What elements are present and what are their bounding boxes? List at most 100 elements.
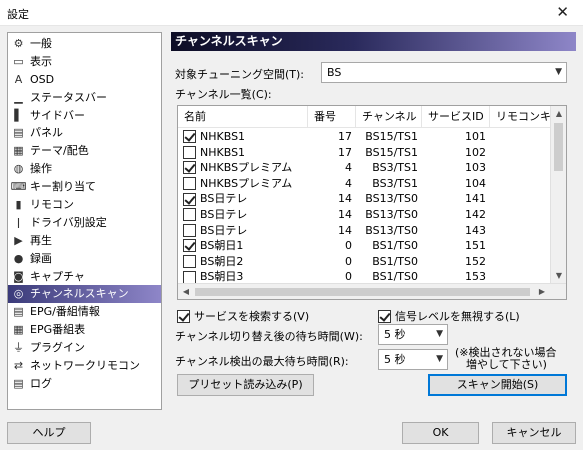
channel-row[interactable]: NHKBSプレミアム 4 BS3/TS1 104	[178, 176, 551, 192]
sidebar-item[interactable]: ▤ ログ	[8, 375, 161, 393]
ignore-signal-label: 信号レベルを無視する(L)	[395, 310, 520, 323]
column-header-channel[interactable]: チャンネル	[356, 106, 422, 128]
column-header-name[interactable]: 名前	[178, 106, 308, 128]
channel-enable-checkbox[interactable]	[183, 177, 196, 191]
channel-enable-checkbox[interactable]	[183, 270, 196, 284]
channel-name: BS日テレ	[200, 192, 248, 206]
channel-name-cell: BS日テレ	[178, 191, 308, 207]
channel-row[interactable]: NHKBSプレミアム 4 BS3/TS1 103	[178, 160, 551, 176]
statusbar-icon: ▁	[14, 90, 23, 104]
remote-icon: ▮	[15, 198, 22, 212]
channel-name: BS朝日2	[200, 254, 244, 268]
channel-row[interactable]: BS日テレ 14 BS13/TS0 141	[178, 191, 551, 207]
scan-start-button[interactable]: スキャン開始(S)	[428, 374, 567, 396]
scroll-left-icon[interactable]: ◀	[178, 284, 194, 299]
gear-icon: ⚙	[13, 37, 24, 50]
channel-row[interactable]: BS日テレ 14 BS13/TS0 142	[178, 207, 551, 223]
vertical-scrollbar[interactable]: ▲ ▼	[550, 106, 566, 284]
channel-number: 14	[338, 192, 352, 206]
tuning-space-value: BS	[327, 66, 342, 79]
channel-enable-checkbox[interactable]	[183, 223, 196, 237]
scroll-down-icon[interactable]: ▼	[551, 268, 566, 284]
channel-enable-checkbox[interactable]	[183, 130, 196, 144]
service-id: 141	[465, 192, 486, 206]
scroll-up-icon[interactable]: ▲	[551, 106, 566, 122]
column-header-service-id[interactable]: サービスID	[422, 106, 490, 128]
preset-load-button[interactable]: プリセット読み込み(P)	[177, 374, 314, 396]
channel-number: 4	[345, 176, 352, 190]
sidebar-item[interactable]: ▮ リモコン	[8, 196, 161, 214]
sidebar-item[interactable]: ▭ 表示	[8, 53, 161, 71]
channel-name-cell: NHKBSプレミアム	[178, 176, 308, 192]
column-header-number[interactable]: 番号	[308, 106, 356, 128]
tuning-space-select[interactable]: BS ▼	[321, 62, 567, 83]
play-icon: ▶	[14, 233, 23, 247]
channel-enable-checkbox[interactable]	[183, 145, 196, 159]
channel-enable-checkbox[interactable]	[183, 208, 196, 222]
chevron-down-icon: ▼	[555, 67, 562, 77]
channel-list[interactable]: 名前 番号 チャンネル サービスID リモコンキー NHKBS1 17 BS15/T…	[177, 105, 567, 300]
scroll-right-icon[interactable]: ▶	[534, 284, 550, 299]
channel-number: 0	[345, 254, 352, 268]
channel-row[interactable]: NHKBS1 17 BS15/TS1 102	[178, 145, 551, 161]
service-id: 103	[465, 161, 486, 175]
sidebar-item[interactable]: ● 録画	[8, 250, 161, 268]
sidebar-item-label: パネル	[30, 126, 63, 140]
ignore-signal-option[interactable]: 信号レベルを無視する(L)	[378, 308, 520, 324]
channel-number: 17	[338, 145, 352, 159]
channel-row[interactable]: BS朝日2 0 BS1/TS0 152	[178, 254, 551, 270]
sidebar-item-label: ドライバ別設定	[30, 215, 107, 229]
sidebar-item[interactable]: ▌ サイドバー	[8, 107, 161, 125]
tuning-space-label: 対象チューニング空間(T):	[175, 68, 305, 81]
sidebar-item[interactable]: ▁ ステータスバー	[8, 89, 161, 107]
service-id: 102	[465, 145, 486, 159]
channel-enable-checkbox[interactable]	[183, 161, 196, 175]
channel-row[interactable]: BS日テレ 14 BS13/TS0 143	[178, 223, 551, 239]
channel-name-cell: BS朝日2	[178, 254, 308, 270]
sidebar-item[interactable]: ▶ 再生	[8, 232, 161, 250]
sidebar-item[interactable]: ▦ EPG番組表	[8, 321, 161, 339]
sidebar-item-label: 録画	[30, 251, 52, 265]
sidebar-item[interactable]: ⇄ ネットワークリモコン	[8, 357, 161, 375]
close-icon[interactable]: ✕	[556, 3, 569, 21]
sidebar-item[interactable]: ǀ ドライバ別設定	[8, 214, 161, 232]
channel-name-cell: NHKBS1	[178, 129, 308, 145]
search-service-option[interactable]: サービスを検索する(V)	[177, 308, 309, 324]
display-icon: ▭	[13, 54, 24, 68]
sidebar-item[interactable]: ▤ EPG/番組情報	[8, 303, 161, 321]
service-id: 151	[465, 239, 486, 253]
channel-enable-checkbox[interactable]	[183, 255, 196, 269]
column-header-remote-key[interactable]: リモコンキー	[490, 106, 551, 128]
remote-key	[490, 223, 550, 239]
sidebar-item[interactable]: ▤ パネル	[8, 124, 161, 142]
settings-category-tree[interactable]: ⚙ 一般 ▭ 表示 A OSD ▁ ステータスバー ▌ サイドバー ▤ パネル ▦ テーマ/配色 ◍ 操作 ⌨ キ…	[7, 32, 162, 410]
sidebar-item-label: ステータスバー	[30, 90, 107, 104]
max-detect-wait-select[interactable]: 5 秒 ▼	[378, 349, 448, 370]
sidebar-item[interactable]: A OSD	[8, 71, 161, 89]
horizontal-scrollbar[interactable]: ◀ ▶	[178, 283, 566, 299]
channel-row[interactable]: NHKBS1 17 BS15/TS1 101	[178, 129, 551, 145]
vertical-scroll-thumb[interactable]	[554, 123, 563, 171]
channel-enable-checkbox[interactable]	[183, 192, 196, 206]
channel-enable-checkbox[interactable]	[183, 239, 196, 253]
cancel-button[interactable]: キャンセル	[492, 422, 576, 444]
sidebar-item[interactable]: ⚙ 一般	[8, 35, 161, 53]
horizontal-scroll-thumb[interactable]	[195, 288, 530, 296]
search-service-checkbox[interactable]	[177, 309, 190, 323]
sidebar-item[interactable]: ◍ 操作	[8, 160, 161, 178]
wait-after-switch-select[interactable]: 5 秒 ▼	[378, 324, 448, 345]
channel-row[interactable]: BS朝日1 0 BS1/TS0 151	[178, 238, 551, 254]
sidebar-item[interactable]: ◎ チャンネルスキャン	[8, 285, 161, 304]
help-button[interactable]: ヘルプ	[7, 422, 91, 444]
sidebar-item-label: EPG/番組情報	[30, 305, 100, 319]
record-icon: ●	[13, 251, 24, 265]
sidebar-icon: ▌	[14, 108, 23, 122]
sidebar-item[interactable]: ◙ キャプチャ	[8, 268, 161, 286]
max-detect-wait-value: 5 秒	[384, 353, 406, 366]
sidebar-item[interactable]: ⌨ キー割り当て	[8, 178, 161, 196]
ok-button[interactable]: OK	[402, 422, 479, 444]
channel-number: 14	[338, 207, 352, 221]
ignore-signal-checkbox[interactable]	[378, 309, 391, 323]
sidebar-item[interactable]: ⏚ プラグイン	[8, 339, 161, 357]
sidebar-item[interactable]: ▦ テーマ/配色	[8, 142, 161, 160]
